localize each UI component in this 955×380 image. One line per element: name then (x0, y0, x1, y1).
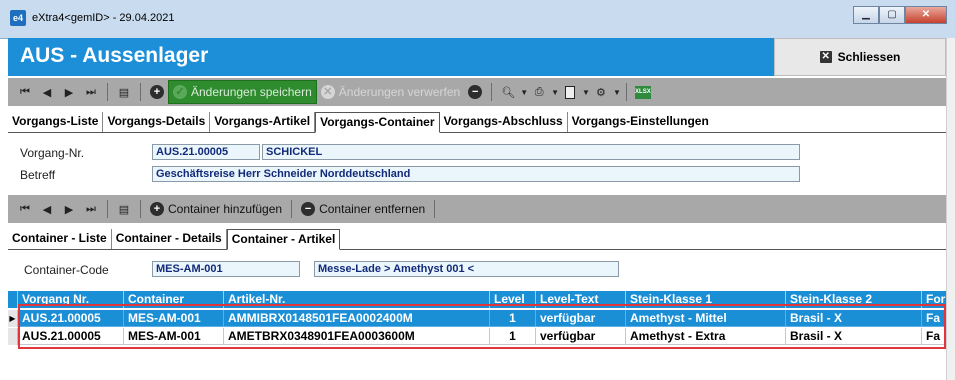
discard-icon: ✕ (320, 85, 335, 99)
toolbar-divider (107, 83, 108, 101)
schliessen-label: Schliessen (837, 50, 901, 64)
toolbar-divider (291, 200, 293, 218)
add-record-icon[interactable]: + (148, 83, 166, 101)
close-icon: ✕ (819, 51, 832, 63)
search-document-icon[interactable]: 🔍︎ (499, 83, 517, 101)
discard-changes-label: Änderungen verwerfen (338, 85, 461, 99)
delete-record-icon[interactable]: − (466, 83, 484, 101)
discard-changes-button[interactable]: ✕ Änderungen verwerfen (317, 81, 464, 103)
toolbar-divider (140, 200, 141, 218)
container-list-icon[interactable]: ▤ (115, 200, 133, 218)
check-icon: ✓ (173, 85, 187, 99)
tab-vorgangs-details[interactable]: Vorgangs-Details (103, 112, 211, 132)
toolbar-divider (140, 83, 141, 101)
tab-vorgangs-einstellungen[interactable]: Vorgangs-Einstellungen (568, 112, 713, 132)
container-code-label: Container-Code (24, 263, 109, 277)
add-container-label: Container hinzufügen (168, 202, 283, 216)
schliessen-button[interactable]: ✕ Schliessen (774, 38, 946, 76)
window-title: eXtra4<gemID> - 29.04.2021 (32, 12, 175, 24)
previous-record-icon[interactable]: ◀ (38, 83, 56, 101)
maximize-button[interactable]: ▢ (879, 6, 905, 24)
minimize-button[interactable]: ▁ (853, 6, 879, 24)
settings-icon[interactable]: ⚙ (592, 83, 610, 101)
row-indicator-icon: ▶ (8, 310, 18, 327)
save-changes-label: Änderungen speichern (191, 85, 312, 99)
add-container-button[interactable]: + Container hinzufügen (146, 198, 286, 220)
tab-vorgangs-abschluss[interactable]: Vorgangs-Abschluss (440, 112, 568, 132)
first-record-icon[interactable]: ⏮ (16, 83, 34, 101)
vorgang-name-field[interactable]: SCHICKEL (262, 144, 800, 160)
remove-container-button[interactable]: − Container entfernen (297, 198, 429, 220)
vorgang-nr-label: Vorgang-Nr. (20, 146, 85, 160)
toolbar-divider (491, 83, 493, 101)
tab-vorgangs-artikel[interactable]: Vorgangs-Artikel (210, 112, 316, 132)
toolbar-divider (625, 83, 627, 101)
remove-container-label: Container entfernen (319, 202, 426, 216)
toolbar-divider (107, 200, 108, 218)
last-record-icon[interactable]: ⏭ (82, 83, 100, 101)
previous-container-icon[interactable]: ◀ (38, 200, 56, 218)
tab-vorgangs-container[interactable]: Vorgangs-Container (315, 112, 440, 133)
pdf-icon[interactable] (561, 83, 579, 101)
container-tabs: Container - Liste Container - Details Co… (8, 229, 946, 250)
app-icon: e4 (10, 10, 26, 26)
container-description-field[interactable]: Messe-Lade > Amethyst 001 < (314, 261, 619, 277)
betreff-label: Betreff (20, 168, 56, 182)
row-indicator (8, 328, 18, 345)
highlight-annotation (18, 304, 946, 349)
xlsx-export-icon[interactable]: XLSX (634, 83, 652, 101)
minus-icon: − (301, 202, 316, 216)
page-header: AUS - Aussenlager ✕ Schliessen (8, 38, 946, 76)
list-view-icon[interactable]: ▤ (115, 83, 133, 101)
window-titlebar: e4 eXtra4<gemID> - 29.04.2021 ▁ ▢ ✕ (0, 0, 955, 39)
vorgang-nr-field[interactable]: AUS.21.00005 (152, 144, 260, 160)
window-close-button[interactable]: ✕ (905, 6, 947, 24)
tab-container-liste[interactable]: Container - Liste (8, 229, 112, 249)
main-toolbar: ⏮ ◀ ▶ ⏭ ▤ + ✓ Änderungen speichern ✕ Änd… (8, 78, 946, 106)
tab-vorgangs-liste[interactable]: Vorgangs-Liste (8, 112, 104, 132)
vorgang-tabs: Vorgangs-Liste Vorgangs-Details Vorgangs… (8, 112, 946, 133)
next-container-icon[interactable]: ▶ (60, 200, 78, 218)
header-corner (8, 291, 18, 308)
save-changes-button[interactable]: ✓ Änderungen speichern (168, 80, 317, 104)
last-container-icon[interactable]: ⏭ (82, 200, 100, 218)
plus-icon: + (150, 202, 164, 216)
container-code-field[interactable]: MES-AM-001 (152, 261, 300, 277)
tab-container-details[interactable]: Container - Details (112, 229, 227, 249)
window-right-edge (946, 38, 955, 380)
toolbar-divider (434, 200, 436, 218)
next-record-icon[interactable]: ▶ (60, 83, 78, 101)
first-container-icon[interactable]: ⏮ (16, 200, 34, 218)
betreff-field[interactable]: Geschäftsreise Herr Schneider Norddeutsc… (152, 166, 800, 182)
page-title: AUS - Aussenlager (20, 44, 209, 67)
print-icon[interactable]: ⎙ (530, 83, 548, 101)
tab-container-artikel[interactable]: Container - Artikel (226, 229, 341, 250)
container-toolbar: ⏮ ◀ ▶ ⏭ ▤ + Container hinzufügen − Conta… (8, 195, 946, 223)
window-controls: ▁ ▢ ✕ (853, 6, 947, 24)
